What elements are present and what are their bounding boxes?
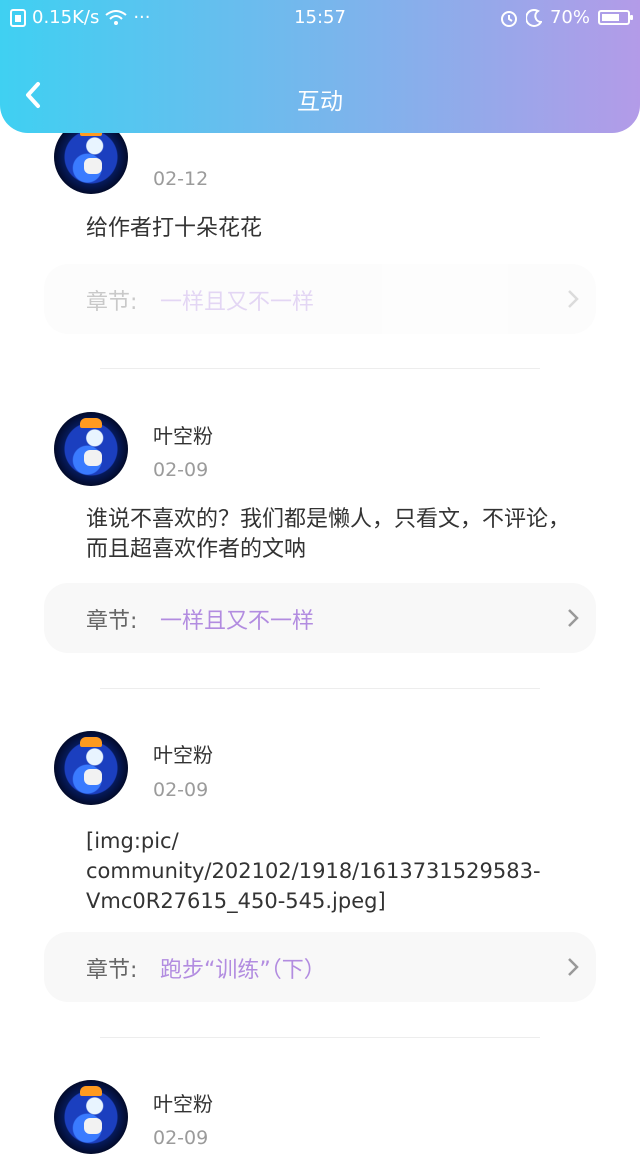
- chapter-label: 章节:: [86, 958, 138, 983]
- user-name[interactable]: 叶空粉: [153, 420, 213, 449]
- chapter-label: 章节:: [86, 609, 138, 634]
- user-name[interactable]: 叶空粉: [153, 1088, 213, 1117]
- comment-date: 02-09: [153, 459, 209, 481]
- clock: 15:57: [294, 7, 346, 28]
- page-title: 互动: [297, 89, 343, 115]
- status-bar: 0.15K/s ··· 15:57 70%: [0, 0, 640, 34]
- comment-date: 02-09: [153, 1127, 209, 1149]
- chevron-right-icon: [568, 609, 579, 627]
- battery-percent: 70%: [549, 7, 590, 28]
- avatar[interactable]: [54, 1080, 128, 1154]
- moon-icon: [525, 8, 542, 27]
- comment-content: 给作者打十朵花花: [86, 216, 263, 241]
- divider: [100, 688, 540, 689]
- chapter-label: 章节:: [86, 290, 138, 315]
- chevron-right-icon: [568, 958, 579, 976]
- avatar[interactable]: [54, 412, 128, 486]
- chapter-title: 一样且又不一样: [160, 290, 315, 315]
- app-header: 0.15K/s ··· 15:57 70% 互动: [0, 0, 640, 133]
- divider: [100, 368, 540, 369]
- comment-content: [img:pic/ community/202102/1918/16137315…: [86, 829, 541, 913]
- chapter-link[interactable]: 章节: 一样且又不一样: [44, 264, 596, 334]
- battery-icon: [598, 10, 633, 25]
- comment-content: 谁说不喜欢的？我们都是懒人，只看文，不评论，而且超喜欢作者的文呐: [86, 507, 571, 562]
- avatar[interactable]: [54, 731, 128, 805]
- comment-date: 02-12: [153, 168, 209, 190]
- chapter-link[interactable]: 章节: 一样且又不一样: [44, 583, 596, 653]
- alarm-icon: [500, 10, 517, 27]
- chevron-right-icon: [568, 290, 579, 308]
- chapter-title: 跑步“训练”（下）: [160, 958, 326, 983]
- chapter-title: 一样且又不一样: [160, 609, 315, 634]
- chapter-link[interactable]: 章节: 跑步“训练”（下）: [44, 932, 596, 1002]
- divider: [100, 1037, 540, 1038]
- comment-date: 02-09: [153, 779, 209, 801]
- user-name[interactable]: 叶空粉: [153, 739, 213, 768]
